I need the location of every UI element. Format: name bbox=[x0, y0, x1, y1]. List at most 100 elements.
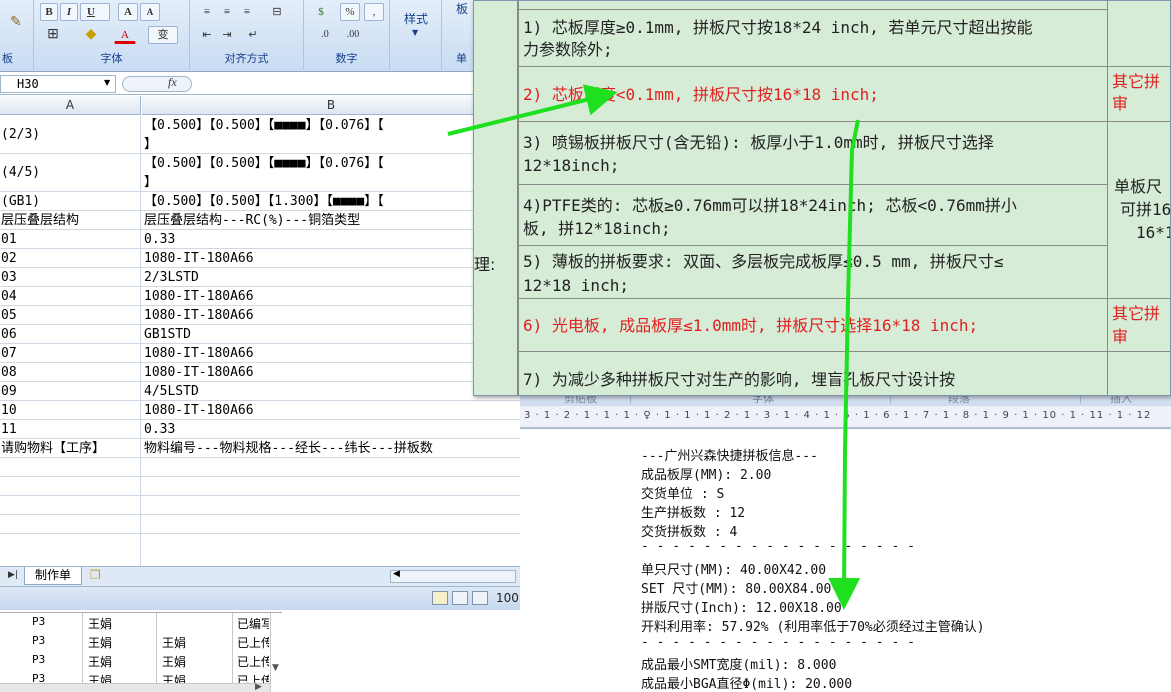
shrink-font-button[interactable]: A bbox=[140, 3, 160, 21]
table-row[interactable]: 04 1080-IT-180A66 bbox=[0, 287, 520, 306]
table-row[interactable]: 3) 喷锡板拼板尺寸(含无铅): 板厚小于1.0mm时, 拼板尺寸选择 12*1… bbox=[518, 121, 1108, 185]
cell-a[interactable]: 10 bbox=[0, 401, 141, 419]
borders-icon[interactable]: ⊞ bbox=[42, 26, 64, 44]
table-row[interactable]: 6) 光电板, 成品板厚≤1.0mm时, 拼板尺寸选择16*18 inch; bbox=[518, 298, 1108, 352]
decrease-decimal-icon[interactable]: .00 bbox=[340, 26, 366, 44]
cell-b[interactable] bbox=[143, 477, 520, 495]
underline-button[interactable]: U bbox=[80, 3, 110, 21]
cell-b[interactable]: 1080-IT-180A66 bbox=[143, 306, 520, 324]
table-row[interactable]: 08 1080-IT-180A66 bbox=[0, 363, 520, 382]
table-row[interactable] bbox=[0, 458, 520, 477]
cell-a[interactable]: 11 bbox=[0, 420, 141, 438]
cell-a[interactable]: (GB1) bbox=[0, 192, 141, 210]
increase-indent-icon[interactable]: ⇥ bbox=[218, 26, 236, 44]
phonetic-button[interactable]: 变 bbox=[148, 26, 178, 44]
percent-button[interactable]: % bbox=[340, 3, 360, 21]
align-right-icon[interactable]: ≡ bbox=[238, 3, 256, 21]
cell-a[interactable]: 层压叠层结构 bbox=[0, 211, 141, 229]
cell-b[interactable]: 1080-IT-180A66 bbox=[143, 401, 520, 419]
sheet-tab[interactable]: 制作单 bbox=[24, 567, 82, 585]
ruler[interactable]: 3 · 1 · 2 · 1 · 1 · 1 · ♀ · 1 · 1 · 1 · … bbox=[520, 406, 1171, 428]
list-item[interactable]: P3 王娟 王娟 已上传 bbox=[0, 632, 282, 651]
format-painter-icon[interactable]: ✎ bbox=[10, 14, 22, 30]
cell-a[interactable] bbox=[0, 515, 141, 533]
column-header-b[interactable]: B bbox=[142, 96, 520, 115]
page-layout-view-icon[interactable] bbox=[452, 591, 468, 605]
page-break-view-icon[interactable] bbox=[472, 591, 488, 605]
fx-icon[interactable]: fx bbox=[168, 75, 177, 90]
chevron-down-icon[interactable]: ▼ bbox=[104, 78, 110, 87]
horizontal-scrollbar[interactable]: ◀ bbox=[390, 569, 516, 583]
cell-b[interactable]: 物料编号---物料规格---经长---纬长---拼板数 bbox=[143, 439, 520, 457]
increase-decimal-icon[interactable]: .0 bbox=[314, 26, 336, 44]
cell-a[interactable]: 02 bbox=[0, 249, 141, 267]
cell-b[interactable]: 【0.500】【0.500】【■■■■】【0.076】【 】 bbox=[143, 154, 520, 191]
cell-a[interactable] bbox=[0, 477, 141, 495]
cell-a[interactable] bbox=[0, 496, 141, 514]
table-row[interactable]: 11 0.33 bbox=[0, 420, 520, 439]
rules-table-window[interactable]: 理: 1) 芯板厚度≥0.1mm, 拼板尺寸按18*24 inch, 若单元尺寸… bbox=[473, 0, 1171, 396]
list-horizontal-scrollbar[interactable]: ▶ bbox=[0, 682, 270, 692]
table-row[interactable]: 层压叠层结构 层压叠层结构---RC(%)---铜箔类型 bbox=[0, 211, 520, 230]
table-row[interactable]: 01 0.33 bbox=[0, 230, 520, 249]
table-row[interactable]: (GB1) 【0.500】【0.500】【1.300】【■■■■】【 bbox=[0, 192, 520, 211]
table-row[interactable] bbox=[0, 534, 520, 566]
scroll-left-icon[interactable]: ◀ bbox=[393, 569, 400, 579]
cell-b[interactable] bbox=[143, 515, 520, 533]
cell-a[interactable]: 03 bbox=[0, 268, 141, 286]
table-row[interactable]: 4)PTFE类的: 芯板≥0.76mm可以拼18*24inch; 芯板<0.76… bbox=[518, 184, 1108, 246]
comma-button[interactable]: , bbox=[364, 3, 384, 21]
table-row[interactable]: 10 1080-IT-180A66 bbox=[0, 401, 520, 420]
cell-b[interactable]: 【0.500】【0.500】【1.300】【■■■■】【 bbox=[143, 192, 520, 210]
bold-button[interactable]: B bbox=[40, 3, 58, 21]
decrease-indent-icon[interactable]: ⇤ bbox=[198, 26, 216, 44]
cell-a[interactable]: 07 bbox=[0, 344, 141, 362]
cell-b[interactable]: 2/3LSTD bbox=[143, 268, 520, 286]
cell-a[interactable]: (2/3) bbox=[0, 116, 141, 153]
table-row[interactable]: 09 4/5LSTD bbox=[0, 382, 520, 401]
table-row[interactable]: 07 1080-IT-180A66 bbox=[0, 344, 520, 363]
cell-a[interactable]: 请购物料【工序】 bbox=[0, 439, 141, 457]
wrap-text-icon[interactable]: ↵ bbox=[242, 26, 264, 44]
table-row[interactable]: 05 1080-IT-180A66 bbox=[0, 306, 520, 325]
table-row[interactable]: 2) 芯板厚度<0.1mm, 拼板尺寸按16*18 inch; bbox=[518, 66, 1108, 122]
cell-b[interactable] bbox=[143, 534, 520, 566]
cell-b[interactable]: GB1STD bbox=[143, 325, 520, 343]
align-left-icon[interactable]: ≡ bbox=[198, 3, 216, 21]
align-center-icon[interactable]: ≡ bbox=[218, 3, 236, 21]
list-item[interactable]: P3 王娟 王娟 已上传 bbox=[0, 651, 282, 670]
name-box[interactable]: H30 bbox=[0, 75, 116, 93]
next-sheet-icon[interactable]: ▶| bbox=[8, 570, 18, 580]
cell-a[interactable] bbox=[0, 534, 141, 566]
table-row[interactable]: 5) 薄板的拼板要求: 双面、多层板完成板厚≤0.5 mm, 拼板尺寸≤ 12*… bbox=[518, 245, 1108, 299]
cell-b[interactable]: 1080-IT-180A66 bbox=[143, 249, 520, 267]
scroll-down-icon[interactable]: ▼ bbox=[272, 663, 279, 673]
cell-a[interactable]: 01 bbox=[0, 230, 141, 248]
cell-b[interactable]: 1080-IT-180A66 bbox=[143, 363, 520, 381]
cell-b[interactable]: 0.33 bbox=[143, 230, 520, 248]
cell-b[interactable]: 4/5LSTD bbox=[143, 382, 520, 400]
cell-a[interactable]: 08 bbox=[0, 363, 141, 381]
table-row[interactable]: 7) 为减少多种拼板尺寸对生产的影响, 埋盲孔板尺寸设计按 bbox=[518, 351, 1108, 395]
table-row[interactable] bbox=[0, 477, 520, 496]
table-row[interactable]: 请购物料【工序】 物料编号---物料规格---经长---纬长---拼板数 bbox=[0, 439, 520, 458]
list-item[interactable]: P3 王娟 已编写 bbox=[0, 613, 282, 632]
insert-sheet-icon[interactable]: ❐ bbox=[90, 568, 101, 582]
cell-b[interactable]: 层压叠层结构---RC(%)---铜箔类型 bbox=[143, 211, 520, 229]
table-row[interactable]: (4/5) 【0.500】【0.500】【■■■■】【0.076】【 】 bbox=[0, 154, 520, 192]
column-header-a[interactable]: A bbox=[0, 96, 141, 115]
cell-b[interactable] bbox=[143, 458, 520, 476]
cell-a[interactable] bbox=[0, 458, 141, 476]
table-row[interactable]: (2/3) 【0.500】【0.500】【■■■■】【0.076】【 】 bbox=[0, 116, 520, 154]
cell-a[interactable]: 05 bbox=[0, 306, 141, 324]
document-page[interactable]: ---广州兴森快捷拼板信息--- 成品板厚(MM): 2.00 交货单位 : S… bbox=[520, 429, 1171, 692]
chevron-down-icon[interactable]: ▼ bbox=[412, 28, 418, 37]
cell-b[interactable]: 0.33 bbox=[143, 420, 520, 438]
table-row[interactable]: 02 1080-IT-180A66 bbox=[0, 249, 520, 268]
grow-font-button[interactable]: A bbox=[118, 3, 138, 21]
scroll-right-icon[interactable]: ▶ bbox=[255, 682, 262, 692]
font-color-icon[interactable]: A bbox=[114, 26, 136, 44]
fill-color-icon[interactable]: ◆ bbox=[80, 26, 102, 44]
cell-b[interactable]: 1080-IT-180A66 bbox=[143, 344, 520, 362]
merge-center-icon[interactable]: ⊟ bbox=[264, 3, 290, 21]
